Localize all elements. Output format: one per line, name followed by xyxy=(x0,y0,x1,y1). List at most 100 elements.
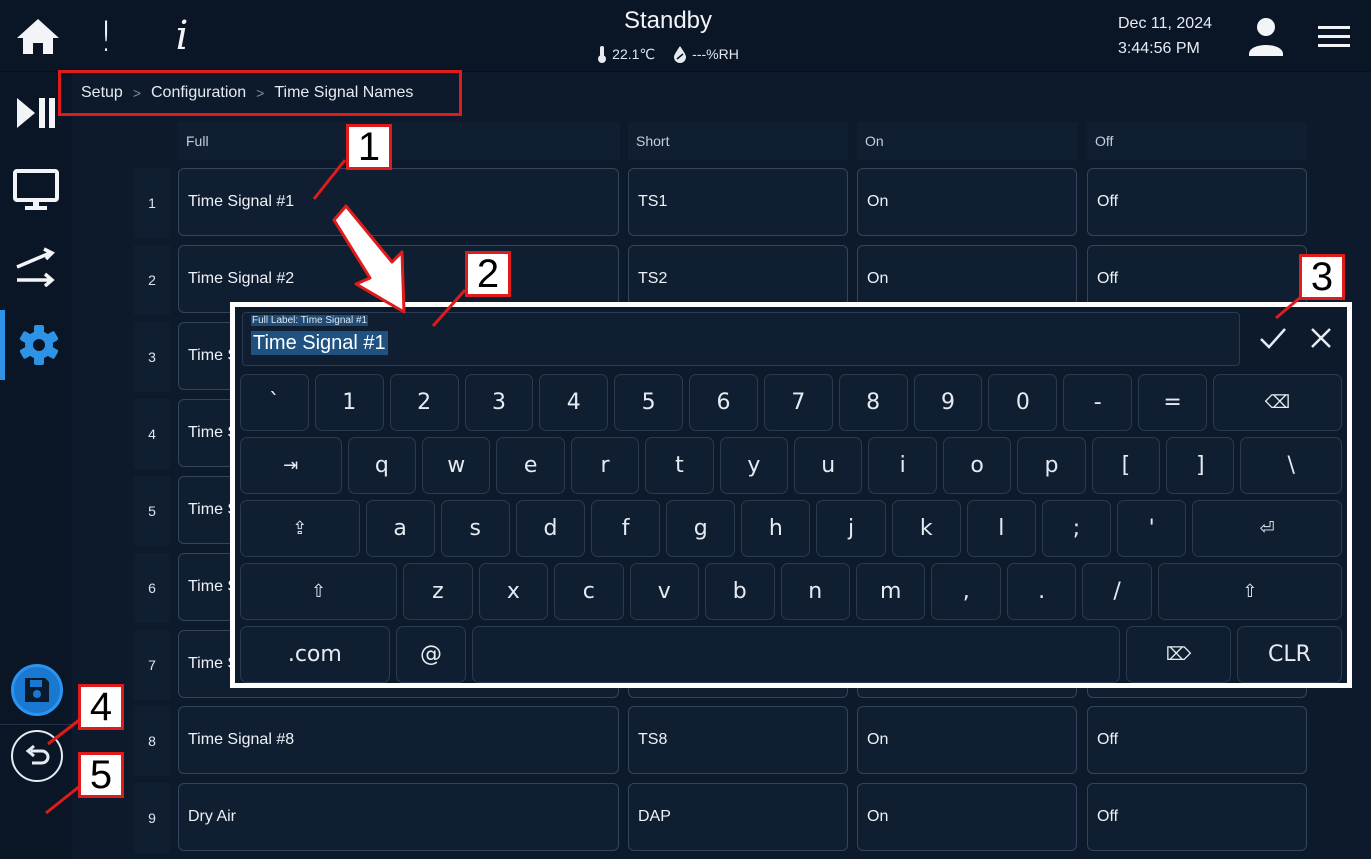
table-cell-short[interactable]: DAP xyxy=(628,783,848,851)
key-9[interactable]: 9 xyxy=(913,374,983,431)
column-header-short: Short xyxy=(628,122,848,160)
keyboard-field-label: Full Label: Time Signal #1 xyxy=(251,315,369,326)
gear-icon xyxy=(19,325,58,365)
sidebar-item-settings[interactable] xyxy=(0,310,72,380)
key-f[interactable]: f xyxy=(591,500,661,557)
confirm-button[interactable] xyxy=(1257,321,1289,355)
table-cell-on[interactable]: On xyxy=(857,168,1077,236)
info-icon[interactable]: i xyxy=(162,13,202,59)
key-a[interactable]: a xyxy=(365,500,435,557)
sidebar-divider xyxy=(0,724,72,725)
key-c[interactable]: c xyxy=(554,563,624,620)
key-2[interactable]: 2 xyxy=(389,374,459,431)
key-'[interactable]: ' xyxy=(1117,500,1187,557)
alert-icon[interactable]: ! xyxy=(88,12,124,61)
key-6[interactable]: 6 xyxy=(689,374,758,431)
breadcrumb-item-configuration[interactable]: Configuration xyxy=(151,84,246,102)
save-icon xyxy=(25,678,49,702)
table-cell-full[interactable]: Time Signal #1 xyxy=(178,168,619,236)
key-][interactable]: ] xyxy=(1166,437,1235,494)
row-number: 2 xyxy=(134,245,170,315)
key-r[interactable]: r xyxy=(570,437,640,494)
shift-key[interactable]: ⇧ xyxy=(240,563,398,620)
back-button[interactable] xyxy=(11,730,63,782)
key-\[interactable]: \ xyxy=(1240,437,1343,494)
key-5[interactable]: 5 xyxy=(614,374,684,431)
keyboard-field-value[interactable]: Time Signal #1 xyxy=(251,331,388,355)
table-cell-full[interactable]: Dry Air xyxy=(178,783,619,851)
key-.[interactable]: . xyxy=(1006,563,1077,620)
key-s[interactable]: s xyxy=(440,500,510,557)
key-y[interactable]: y xyxy=(719,437,789,494)
dotcom-key[interactable]: .com xyxy=(240,626,390,683)
table-cell-off[interactable]: Off xyxy=(1087,706,1307,774)
breadcrumb-item-setup[interactable]: Setup xyxy=(81,84,123,102)
key-u[interactable]: u xyxy=(794,437,863,494)
close-icon xyxy=(1311,328,1331,348)
key-`[interactable]: ` xyxy=(240,374,309,431)
key-[[interactable]: [ xyxy=(1091,437,1161,494)
key-w[interactable]: w xyxy=(422,437,491,494)
key-v[interactable]: v xyxy=(629,563,700,620)
key-x[interactable]: x xyxy=(478,563,549,620)
sidebar-item-transfer[interactable] xyxy=(0,232,72,302)
row-number: 3 xyxy=(134,322,170,392)
key-p[interactable]: p xyxy=(1017,437,1086,494)
undo-icon xyxy=(25,744,50,765)
key-;[interactable]: ; xyxy=(1041,500,1112,557)
key-1[interactable]: 1 xyxy=(314,374,384,431)
key-7[interactable]: 7 xyxy=(763,374,833,431)
key-q[interactable]: q xyxy=(347,437,416,494)
key-t[interactable]: t xyxy=(645,437,714,494)
sidebar-item-display[interactable] xyxy=(0,155,72,225)
key-0[interactable]: 0 xyxy=(988,374,1058,431)
menu-icon[interactable] xyxy=(1316,22,1352,52)
keyboard-row: ` 1 2 3 4 5 6 7 8 9 0- = ⌫ xyxy=(240,374,1342,431)
key-=[interactable]: = xyxy=(1138,374,1207,431)
key-d[interactable]: d xyxy=(515,500,585,557)
cancel-button[interactable] xyxy=(1305,321,1337,355)
tab-key[interactable]: ⇥ xyxy=(240,437,342,494)
key-4[interactable]: 4 xyxy=(539,374,609,431)
table-cell-on[interactable]: On xyxy=(857,783,1077,851)
key-b[interactable]: b xyxy=(705,563,775,620)
table-cell-on[interactable]: On xyxy=(857,706,1077,774)
table-cell-off[interactable]: Off xyxy=(1087,783,1307,851)
key--[interactable]: - xyxy=(1063,374,1133,431)
key-/[interactable]: / xyxy=(1082,563,1152,620)
row-number: 1 xyxy=(134,168,170,238)
status-title: Standby xyxy=(623,7,713,34)
key-e[interactable]: e xyxy=(496,437,565,494)
key-n[interactable]: n xyxy=(780,563,850,620)
key-8[interactable]: 8 xyxy=(838,374,908,431)
key-o[interactable]: o xyxy=(942,437,1012,494)
table-cell-short[interactable]: TS8 xyxy=(628,706,848,774)
caps-lock-key[interactable]: ⇪ xyxy=(240,500,360,557)
keyboard-row: ⇧ z x c v b n m,. / ⇧ xyxy=(240,563,1343,620)
home-icon[interactable] xyxy=(14,14,62,58)
key-k[interactable]: k xyxy=(891,500,961,557)
space-key[interactable] xyxy=(472,626,1120,683)
key-,[interactable]: , xyxy=(931,563,1001,620)
key-i[interactable]: i xyxy=(868,437,937,494)
save-button[interactable] xyxy=(11,664,63,716)
table-cell-off[interactable]: Off xyxy=(1087,168,1307,236)
key-m[interactable]: m xyxy=(855,563,926,620)
at-key[interactable]: @ xyxy=(395,626,467,683)
enter-key[interactable]: ⏎ xyxy=(1192,500,1342,557)
key-g[interactable]: g xyxy=(666,500,736,557)
key-l[interactable]: l xyxy=(966,500,1036,557)
key-z[interactable]: z xyxy=(403,563,473,620)
key-h[interactable]: h xyxy=(741,500,811,557)
key-3[interactable]: 3 xyxy=(464,374,534,431)
shift-key[interactable]: ⇧ xyxy=(1157,563,1343,620)
table-cell-full[interactable]: Time Signal #8 xyxy=(178,706,619,774)
user-icon[interactable] xyxy=(1246,16,1286,58)
keyboard-text-field[interactable]: Full Label: Time Signal #1 Time Signal #… xyxy=(242,312,1240,366)
delete-key[interactable]: ⌦ xyxy=(1125,626,1231,683)
key-j[interactable]: j xyxy=(816,500,886,557)
row-number: 7 xyxy=(134,630,170,700)
backspace-key[interactable]: ⌫ xyxy=(1212,374,1342,431)
table-cell-short[interactable]: TS1 xyxy=(628,168,848,236)
clear-key[interactable]: CLR xyxy=(1236,626,1342,683)
